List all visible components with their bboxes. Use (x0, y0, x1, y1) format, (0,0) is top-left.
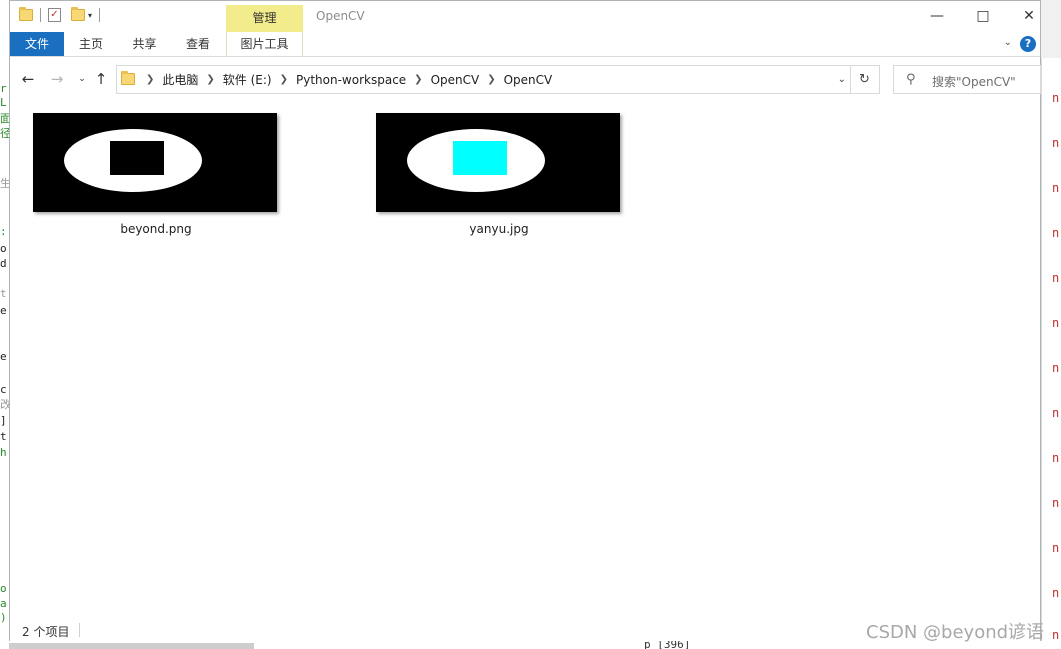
file-list: beyond.png yanyu.jpg (10, 100, 1040, 615)
bg-code-glyph: ] (0, 414, 7, 427)
bg-code-glyph: n (1052, 91, 1060, 105)
new-folder-icon[interactable] (71, 7, 85, 21)
bg-code-glyph: n (1052, 541, 1060, 555)
bg-code-glyph: n (1052, 271, 1060, 285)
tab-share[interactable]: 共享 (118, 32, 171, 56)
tab-picture-tools[interactable]: 图片工具 (226, 32, 303, 56)
breadcrumb-item[interactable]: 此电脑 (157, 71, 203, 88)
watermark: CSDN @beyond谚语 (866, 622, 1045, 643)
breadcrumb-item[interactable]: Python-workspace (291, 73, 411, 87)
breadcrumb-item[interactable]: OpenCV (426, 73, 485, 87)
chevron-right-icon[interactable]: ❯ (203, 74, 217, 85)
bg-code-glyph: n (1052, 628, 1060, 642)
bg-code-glyph: e (0, 350, 7, 363)
bg-code-glyph: n (1052, 451, 1060, 465)
bg-code-glyph: n (1052, 316, 1060, 330)
toolbar-divider (40, 8, 41, 22)
item-count: 2 个项目 (22, 625, 70, 639)
image-thumbnail[interactable] (33, 113, 277, 212)
bg-code-glyph: o (0, 242, 7, 255)
breadcrumb-item[interactable]: OpenCV (499, 73, 558, 87)
address-history-dropdown-icon[interactable]: ⌄ (838, 66, 846, 93)
search-input[interactable]: 搜索"OpenCV" (932, 73, 1016, 90)
bg-code-glyph: t (0, 287, 7, 300)
bg-code-glyph: n (1052, 496, 1060, 510)
bg-code-glyph: c (0, 383, 7, 396)
toolbar-divider (99, 8, 101, 22)
bg-code-glyph: 径 (0, 127, 9, 140)
help-icon[interactable]: ? (1020, 36, 1036, 52)
thumbnail-rectangle (110, 141, 164, 175)
tab-view[interactable]: 查看 (171, 32, 225, 56)
status-divider (79, 623, 80, 637)
file-name[interactable]: beyond.png (33, 222, 279, 236)
bg-code-glyph: 面 (0, 112, 9, 125)
search-icon: ⚲ (906, 72, 916, 87)
tab-home[interactable]: 主页 (64, 32, 118, 56)
bg-code-glyph: n (1052, 586, 1060, 600)
bg-code-glyph: 生 (0, 177, 9, 190)
close-icon[interactable]: ✕ (1006, 6, 1052, 26)
properties-icon[interactable]: ✓ (48, 8, 61, 22)
ribbon-tabs: 文件 主页 共享 查看 图片工具 ⌄ ? (10, 32, 1040, 57)
bg-code-glyph: r (0, 82, 7, 95)
folder-icon (19, 7, 33, 21)
file-item[interactable]: beyond.png (33, 113, 279, 236)
bg-code-glyph: a (0, 597, 7, 610)
bg-code-glyph: ) (0, 611, 7, 624)
file-explorer-window: ✓ ▾ 管理 OpenCV — □ ✕ 文件 主页 共享 查看 图片工具 ⌄ ?… (9, 0, 1041, 641)
bg-code-glyph: h (0, 446, 7, 459)
image-thumbnail[interactable] (376, 113, 620, 212)
bg-code-glyph: e (0, 304, 7, 317)
background-editor-left: r L 面 径 生 : o d t e e c 改 ] t h o a ) (0, 0, 9, 649)
bg-code-glyph: : (0, 225, 7, 238)
quick-access-toolbar: ✓ ▾ (19, 7, 103, 22)
back-arrow-icon[interactable]: ← (18, 69, 38, 89)
bg-code-glyph: n (1052, 136, 1060, 150)
recent-locations-icon[interactable]: ⌄ (72, 69, 92, 89)
bg-bottom-code: p [396] (644, 641, 691, 649)
minimize-icon[interactable]: — (914, 6, 960, 26)
file-name[interactable]: yanyu.jpg (376, 222, 622, 236)
bg-code-glyph: o (0, 582, 7, 595)
thumbnail-rectangle (453, 141, 507, 175)
search-box[interactable]: ⚲ 搜索"OpenCV" (893, 65, 1041, 94)
context-tab-header-manage: 管理 (226, 5, 303, 32)
chevron-right-icon[interactable]: ❯ (411, 74, 425, 85)
tab-file[interactable]: 文件 (10, 32, 64, 56)
bg-code-glyph: d (0, 257, 7, 270)
customize-toolbar-dropdown-icon[interactable]: ▾ (88, 11, 92, 20)
title-bar: ✓ ▾ 管理 OpenCV — □ ✕ (10, 1, 1040, 32)
window-title: OpenCV (316, 9, 365, 23)
bg-code-glyph: t (0, 430, 7, 443)
refresh-icon[interactable]: ↻ (850, 65, 880, 94)
maximize-icon[interactable]: □ (960, 6, 1006, 26)
forward-arrow-icon[interactable]: → (47, 69, 67, 89)
chevron-right-icon[interactable]: ❯ (143, 74, 157, 85)
address-bar[interactable]: ❯ 此电脑 ❯ 软件 (E:) ❯ Python-workspace ❯ Ope… (116, 65, 851, 94)
expand-ribbon-icon[interactable]: ⌄ (1004, 37, 1012, 48)
up-arrow-icon[interactable]: ↑ (91, 69, 111, 89)
chevron-right-icon[interactable]: ❯ (484, 74, 498, 85)
bg-code-glyph: L (0, 96, 7, 109)
file-item[interactable]: yanyu.jpg (376, 113, 622, 236)
bg-code-glyph: n (1052, 361, 1060, 375)
breadcrumb: ❯ 此电脑 ❯ 软件 (E:) ❯ Python-workspace ❯ Ope… (143, 66, 557, 93)
breadcrumb-item[interactable]: 软件 (E:) (218, 71, 277, 88)
navigation-bar: ← → ⌄ ↑ ❯ 此电脑 ❯ 软件 (E:) ❯ Python-workspa… (10, 58, 1041, 100)
folder-icon (121, 71, 135, 85)
background-scrollbar (9, 643, 254, 649)
background-editor-right: n n n n n n n n n n n n n (1041, 58, 1061, 649)
bg-code-glyph: n (1052, 226, 1060, 240)
bg-code-glyph: n (1052, 181, 1060, 195)
bg-code-glyph: n (1052, 406, 1060, 420)
bg-code-glyph: 改 (0, 398, 9, 411)
chevron-right-icon[interactable]: ❯ (277, 74, 291, 85)
